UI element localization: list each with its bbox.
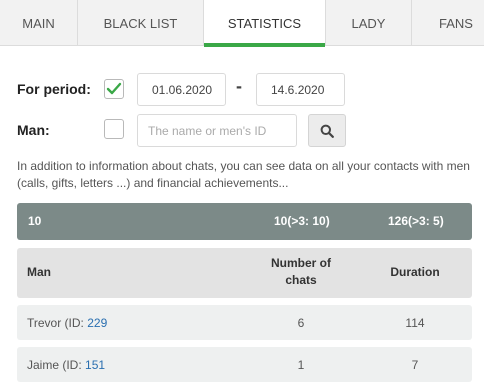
header-duration: Duration bbox=[390, 265, 440, 279]
summary-chats: 10(>3: 10) bbox=[274, 214, 330, 228]
header-number-of-chats: Number of chats bbox=[251, 255, 351, 289]
table-header: Man Number of chats Duration bbox=[17, 248, 472, 298]
header-chats-line2: chats bbox=[285, 273, 317, 287]
summary-count: 10 bbox=[28, 214, 42, 228]
date-to-value: 14.6.2020 bbox=[271, 82, 325, 97]
tab-main[interactable]: MAIN bbox=[0, 0, 78, 46]
row-duration: 114 bbox=[405, 316, 425, 330]
summary-row: 10 10(>3: 10) 126(>3: 5) bbox=[17, 203, 472, 240]
period-checkbox[interactable] bbox=[104, 79, 124, 99]
check-icon bbox=[106, 82, 122, 95]
row-chats: 6 bbox=[297, 316, 305, 330]
row-man-id-link[interactable]: 229 bbox=[87, 316, 107, 330]
man-checkbox[interactable] bbox=[104, 119, 124, 139]
row-chats: 1 bbox=[297, 358, 305, 372]
row-man-id-link[interactable]: 151 bbox=[85, 358, 105, 372]
man-search-placeholder: The name or men's ID bbox=[148, 123, 267, 138]
date-separator: - bbox=[236, 76, 242, 96]
date-from-value: 01.06.2020 bbox=[152, 82, 213, 97]
row-duration: 7 bbox=[411, 358, 419, 372]
date-to-input[interactable]: 14.6.2020 bbox=[256, 73, 345, 106]
search-icon bbox=[320, 124, 334, 138]
tab-black-list[interactable]: BLACK LIST bbox=[78, 0, 204, 46]
tab-statistics-label: STATISTICS bbox=[227, 15, 302, 31]
summary-duration: 126(>3: 5) bbox=[388, 214, 444, 228]
tab-lady-label: LADY bbox=[351, 15, 386, 31]
tab-black-list-label: BLACK LIST bbox=[103, 15, 178, 31]
period-label: For period: bbox=[17, 81, 91, 97]
header-man: Man bbox=[27, 265, 51, 279]
man-search-input[interactable]: The name or men's ID bbox=[137, 114, 297, 147]
search-button[interactable] bbox=[308, 114, 346, 147]
man-label: Man: bbox=[17, 122, 50, 138]
row-man: Jaime (ID: 151 bbox=[27, 358, 105, 372]
table-row: Jaime (ID: 151 1 7 bbox=[17, 347, 472, 382]
tab-fans[interactable]: FANS bbox=[412, 0, 484, 46]
info-text: In addition to information about chats, … bbox=[17, 159, 470, 190]
tab-main-label: MAIN bbox=[22, 15, 55, 31]
row-man-name: Jaime (ID: bbox=[27, 358, 86, 372]
tab-lady[interactable]: LADY bbox=[326, 0, 412, 46]
tab-bar: MAIN BLACK LIST STATISTICS LADY FANS bbox=[0, 0, 484, 47]
tab-statistics[interactable]: STATISTICS bbox=[204, 0, 326, 47]
tab-fans-label: FANS bbox=[439, 15, 473, 31]
date-from-input[interactable]: 01.06.2020 bbox=[137, 73, 226, 106]
row-man-name: Trevor (ID: bbox=[27, 316, 88, 330]
row-man: Trevor (ID: 229 bbox=[27, 316, 107, 330]
header-chats-line1: Number of bbox=[271, 256, 331, 270]
table-row: Trevor (ID: 229 6 114 bbox=[17, 305, 472, 340]
